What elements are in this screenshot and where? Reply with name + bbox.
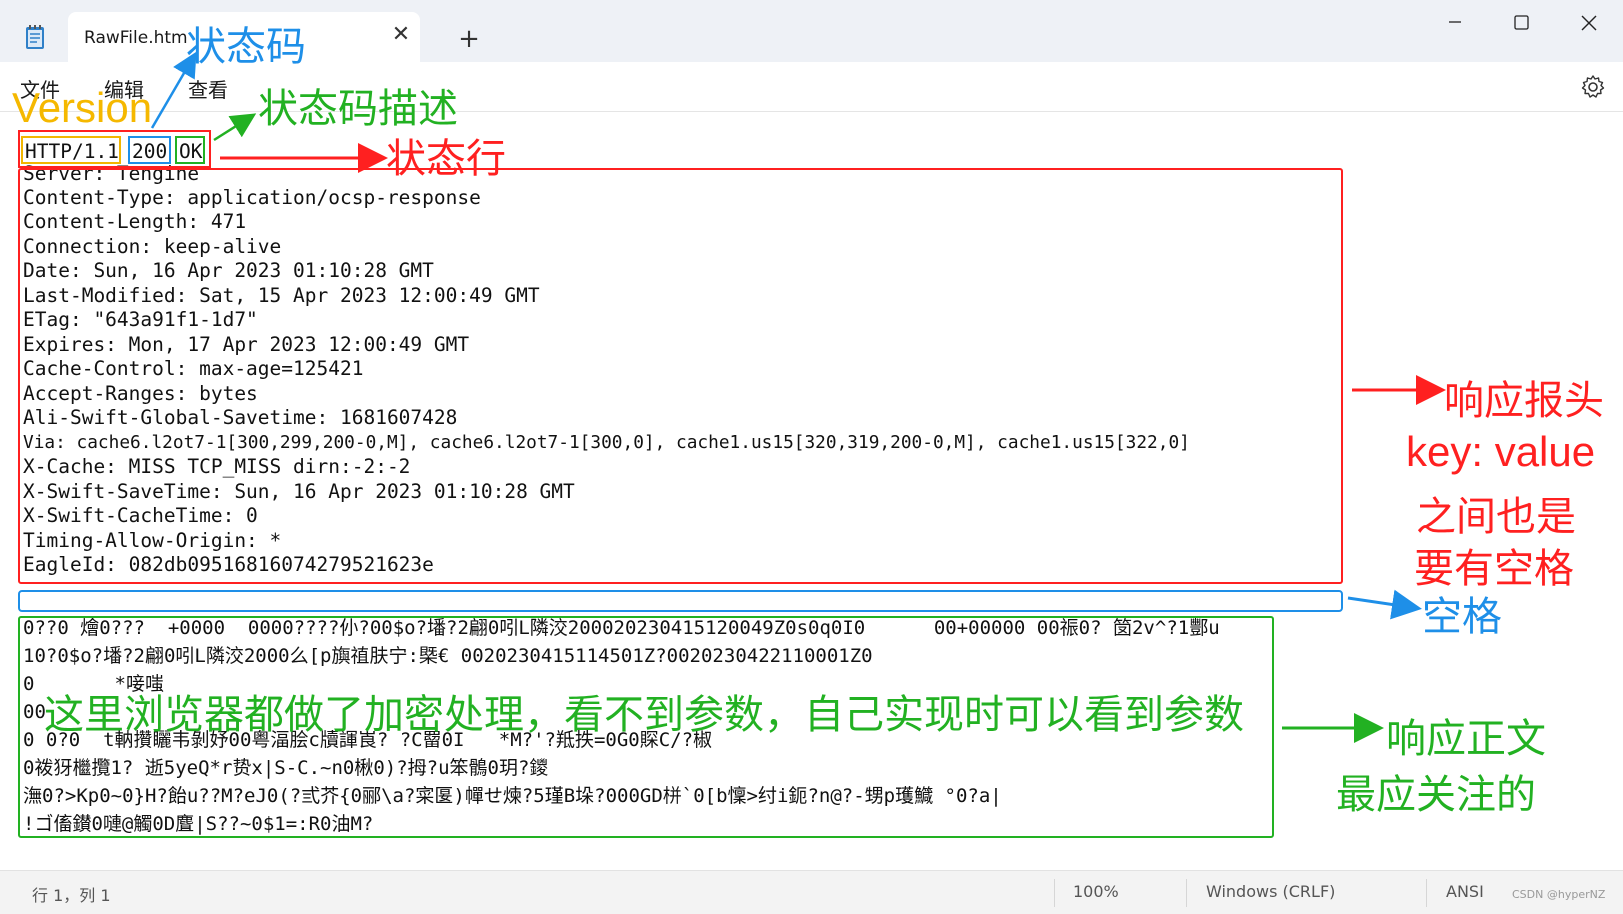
watermark-credit: CSDN @hyperNZ [1512,888,1606,901]
close-window-button[interactable] [1566,8,1612,38]
annotation-most-important: 最应关注的 [1336,772,1536,818]
encoding[interactable]: ANSI [1446,882,1484,901]
cursor-position: 行 1，列 1 [32,886,111,905]
new-tab-button[interactable]: + [454,24,484,54]
notepad-icon[interactable] [24,24,46,50]
annotation-response-body: 响应正文 [1386,716,1546,762]
annotation-status-code: 状态码 [186,24,306,70]
status-bar: 行 1，列 1 100% Windows (CRLF) ANSI CSDN @h… [0,870,1623,914]
annotation-space-note: 之间也是 [1416,494,1576,540]
blank-line-frame [18,590,1343,612]
close-icon [1581,15,1597,31]
maximize-icon [1514,15,1529,30]
tab-title: RawFile.htm [84,28,188,48]
annotation-blank-line: 空格 [1422,594,1502,640]
minimize-button[interactable] [1432,8,1478,38]
tab-close-icon[interactable]: ✕ [388,22,414,48]
minimize-icon [1449,21,1461,23]
status-separator [1426,879,1427,907]
annotation-encrypted: 这里浏览器都做了加密处理，看不到参数，自己实现时可以看到参数 [44,692,1244,738]
annotation-status-line: 状态行 [386,136,506,182]
annotation-version: Version [12,84,153,131]
annotation-key-value: key: value [1406,428,1596,475]
zoom-level[interactable]: 100% [1073,882,1119,901]
maximize-button[interactable] [1498,8,1544,38]
status-separator [1186,879,1187,907]
line-ending[interactable]: Windows (CRLF) [1206,882,1335,901]
annotation-response-headers: 响应报头 [1444,378,1604,424]
gear-icon[interactable] [1580,74,1606,100]
menu-view[interactable]: 查看 [188,74,228,103]
status-line-frame [18,130,211,168]
status-separator [1054,879,1055,907]
headers-frame [18,168,1343,584]
